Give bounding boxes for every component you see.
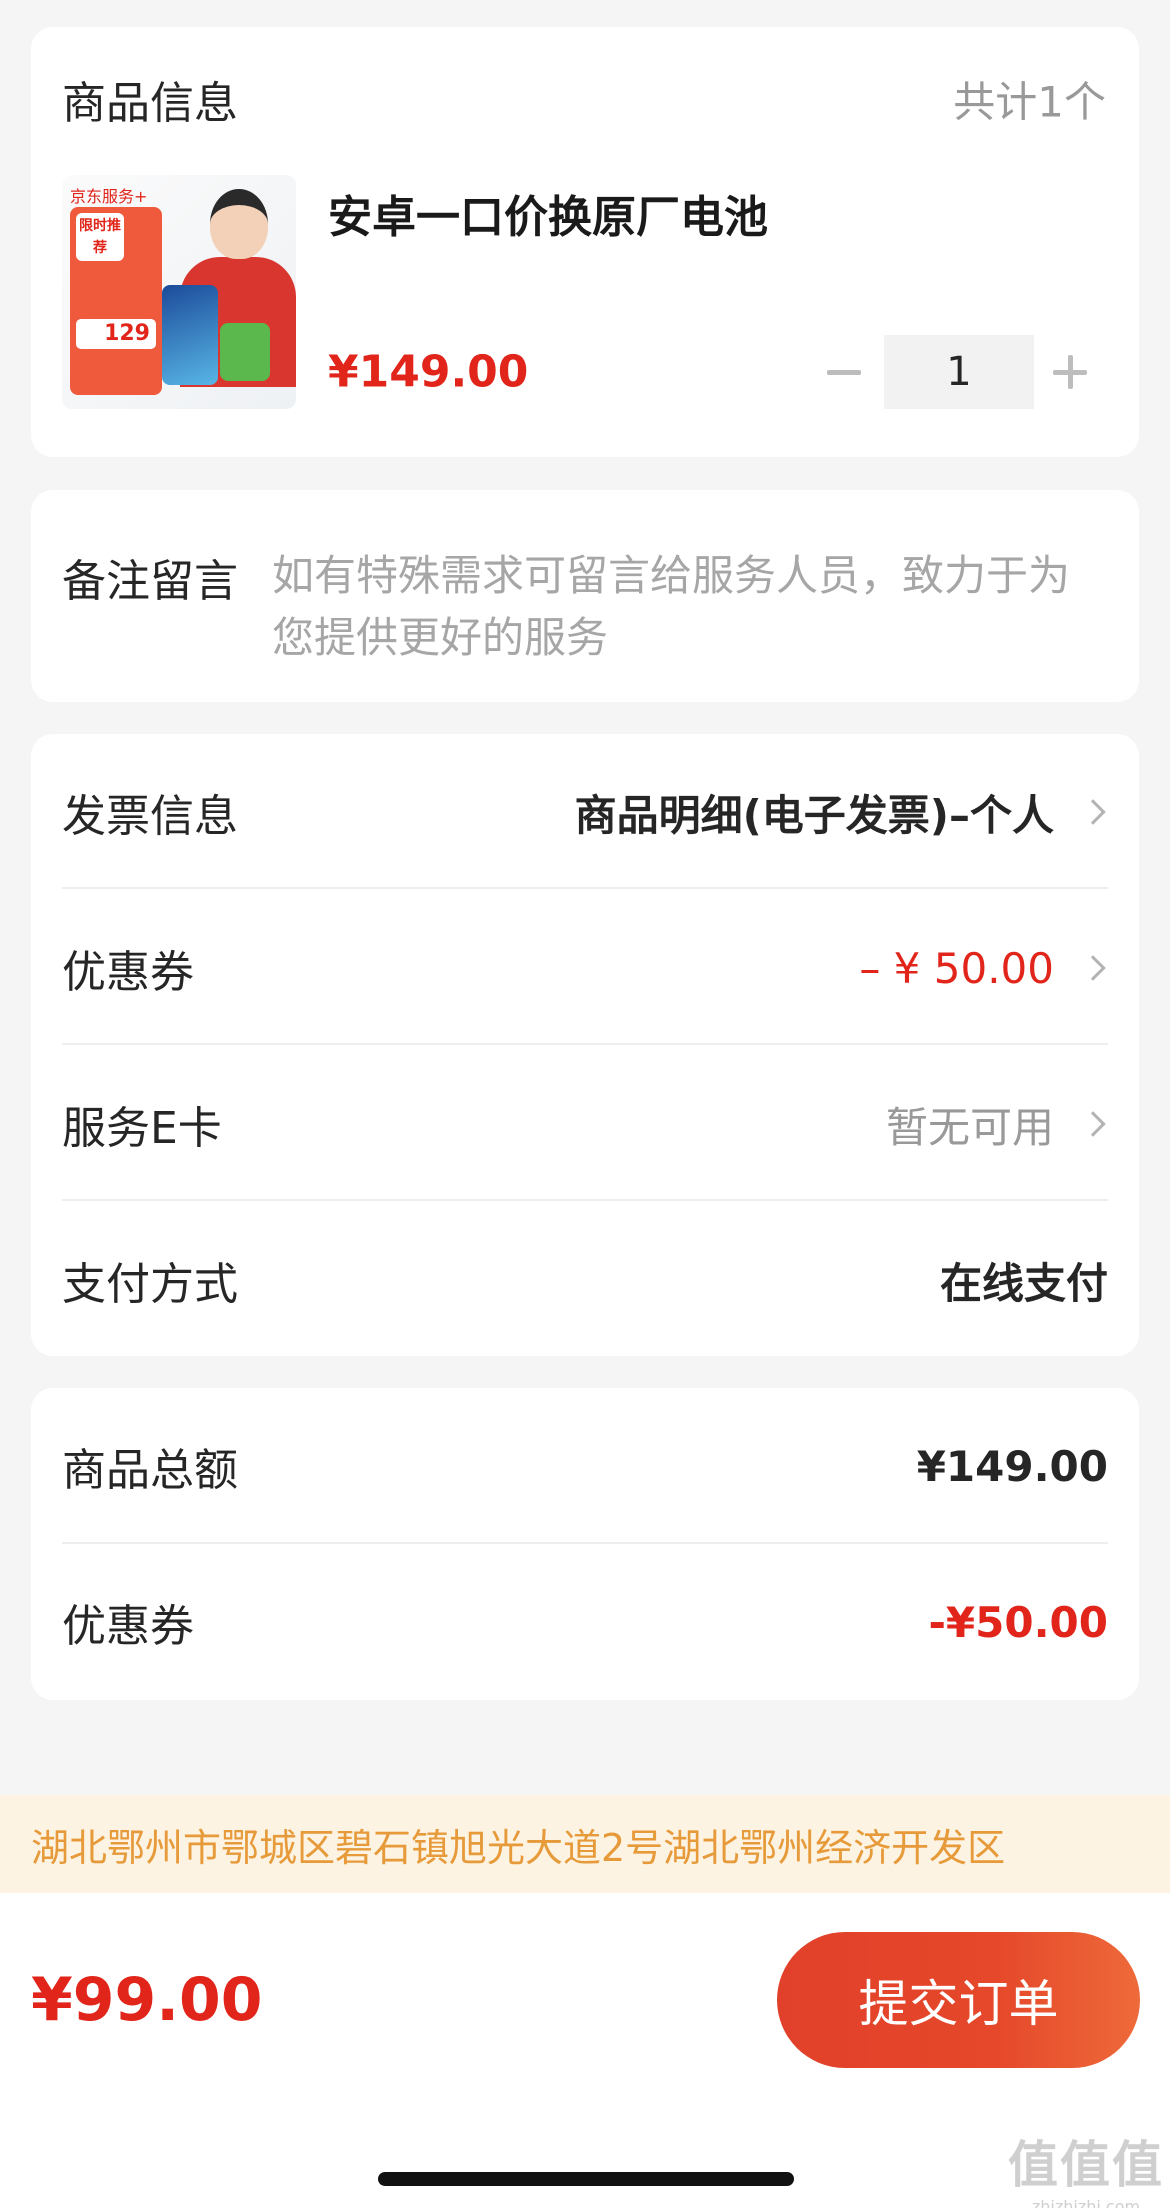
watermark: 值值值 zhizhizhi.com [1008,2125,1164,2208]
product-section-title: 商品信息 [62,78,238,129]
chevron-right-icon [1080,1111,1106,1137]
watermark-logo: 值值值 [1008,2136,1164,2194]
thumbnail-promo-panel: 限时推荐 129 [70,207,162,395]
home-indicator[interactable] [378,2172,794,2186]
submit-order-button[interactable]: 提交订单 [777,1932,1140,2068]
divider [62,1199,1108,1201]
payment-label: 支付方式 [62,1259,238,1310]
subtotal-label: 商品总额 [62,1445,238,1496]
invoice-label: 发票信息 [62,791,238,842]
watermark-url: zhizhizhi.com [1031,2197,1141,2208]
total-price: ¥99.00 [31,1965,263,2035]
thumbnail-person-head [210,189,268,259]
chevron-right-icon [1080,799,1106,825]
ecard-label: 服务E卡 [62,1103,222,1154]
totals-card: 商品总额 ¥149.00 优惠券 -¥50.00 [31,1388,1139,1700]
thumbnail-badge: 限时推荐 [76,213,124,261]
divider [62,887,1108,889]
product-count: 共计1个 [953,77,1106,127]
remark-input[interactable]: 如有特殊需求可留言给服务人员，致力于为您提供更好的服务 [272,545,1102,669]
quantity-value[interactable]: 1 [884,335,1034,409]
product-thumbnail[interactable]: 京东服务+ 限时推荐 129 [62,175,296,409]
coupon-row[interactable]: 优惠券 – ¥ 50.00 [62,890,1108,1046]
quantity-decrease-button[interactable] [819,347,869,397]
coupon-value: – ¥ 50.00 [859,943,1054,993]
remark-card: 备注留言 如有特殊需求可留言给服务人员，致力于为您提供更好的服务 [31,490,1139,702]
product-card: 商品信息 共计1个 京东服务+ 限时推荐 129 安卓一口价换原厂电池 ¥149… [31,27,1139,457]
subtotal-row: 商品总额 ¥149.00 [62,1388,1108,1544]
ecard-value: 暂无可用 [885,1102,1054,1152]
thumbnail-promo-number: 129 [76,319,156,349]
subtotal-value: ¥149.00 [916,1441,1108,1491]
quantity-increase-button[interactable] [1045,347,1095,397]
payment-value: 在线支付 [939,1258,1108,1308]
divider [62,1043,1108,1045]
checkout-bar: ¥99.00 提交订单 值值值 zhizhizhi.com [0,1893,1170,2208]
coupon-discount-row: 优惠券 -¥50.00 [62,1544,1108,1700]
coupon-discount-label: 优惠券 [62,1601,194,1652]
ecard-row[interactable]: 服务E卡 暂无可用 [62,1046,1108,1202]
coupon-label: 优惠券 [62,947,194,998]
address-banner[interactable]: 湖北鄂州市鄂城区碧石镇旭光大道2号湖北鄂州经济开发区 [0,1795,1170,1893]
invoice-row[interactable]: 发票信息 商品明细(电子发票)–个人 [62,734,1108,890]
order-options-card: 发票信息 商品明细(电子发票)–个人 优惠券 – ¥ 50.00 服务E卡 暂无… [31,734,1139,1356]
thumbnail-phone-image [162,285,218,385]
thumbnail-battery-image [220,323,270,381]
product-name[interactable]: 安卓一口价换原厂电池 [328,181,768,245]
minus-icon [827,369,861,375]
plus-icon-vertical-stroke [1067,355,1073,389]
coupon-discount-value: -¥50.00 [928,1597,1108,1647]
payment-row: 支付方式 在线支付 [62,1202,1108,1358]
thumbnail-brand-text: 京东服务+ [70,187,148,206]
product-price: ¥149.00 [328,346,529,398]
remark-label: 备注留言 [62,556,238,607]
chevron-right-icon [1080,955,1106,981]
invoice-value: 商品明细(电子发票)–个人 [574,790,1054,840]
